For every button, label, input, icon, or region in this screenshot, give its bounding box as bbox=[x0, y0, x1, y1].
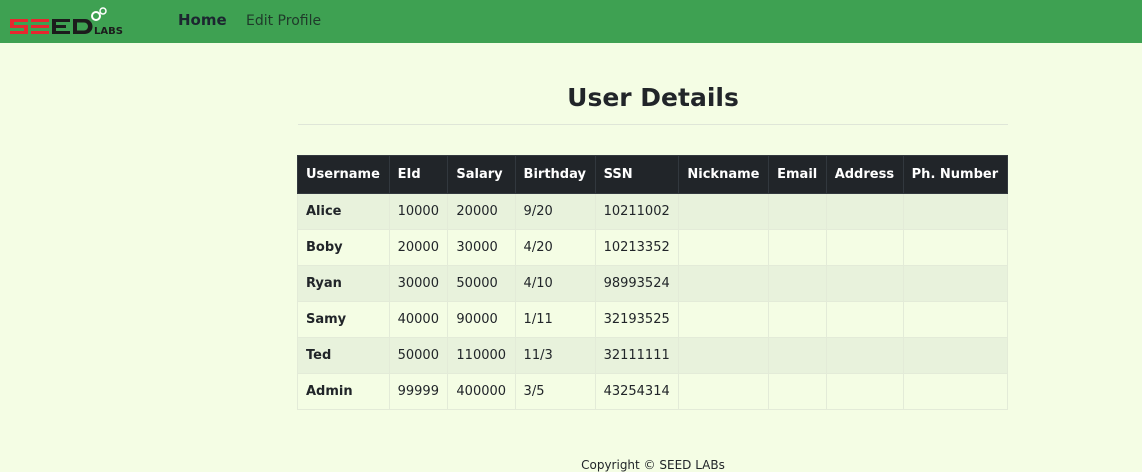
cell-phone-number bbox=[902, 373, 1009, 410]
cell-phone-number bbox=[902, 229, 1009, 266]
cell-phone-number bbox=[902, 193, 1009, 230]
cell-address bbox=[825, 193, 904, 230]
header-ssn: SSN bbox=[594, 155, 680, 194]
cell-salary: 30000 bbox=[447, 229, 516, 266]
header-email: Email bbox=[768, 155, 827, 194]
cell-username: Boby bbox=[297, 229, 390, 266]
cell-ssn: 10213352 bbox=[594, 229, 680, 266]
cell-salary: 90000 bbox=[447, 301, 516, 338]
cell-phone-number bbox=[902, 265, 1009, 302]
header-username: Username bbox=[297, 155, 390, 194]
svg-text:LABS: LABS bbox=[94, 26, 123, 37]
cell-salary: 110000 bbox=[447, 337, 516, 374]
cell-username: Samy bbox=[297, 301, 390, 338]
cell-eid: 50000 bbox=[388, 337, 449, 374]
cell-nickname bbox=[678, 229, 770, 266]
seed-labs-logo[interactable]: LABS bbox=[8, 6, 138, 38]
cell-nickname bbox=[678, 193, 770, 230]
table-row: Alice 10000 20000 9/20 10211002 bbox=[297, 193, 1009, 230]
cell-address bbox=[825, 337, 904, 374]
cell-username: Ryan bbox=[297, 265, 390, 302]
cell-salary: 20000 bbox=[447, 193, 516, 230]
cell-email bbox=[768, 337, 827, 374]
table-row: Admin 99999 400000 3/5 43254314 bbox=[297, 373, 1009, 410]
cell-username: Admin bbox=[297, 373, 390, 410]
cell-phone-number bbox=[902, 337, 1009, 374]
nav-home-link[interactable]: Home bbox=[178, 11, 227, 29]
table-row: Ryan 30000 50000 4/10 98993524 bbox=[297, 265, 1009, 302]
table-row: Samy 40000 90000 1/11 32193525 bbox=[297, 301, 1009, 338]
cell-ssn: 98993524 bbox=[594, 265, 680, 302]
top-navbar: LABS Home Edit Profile bbox=[0, 0, 1142, 43]
cell-ssn: 32193525 bbox=[594, 301, 680, 338]
cell-email bbox=[768, 193, 827, 230]
cell-ssn: 43254314 bbox=[594, 373, 680, 410]
header-eid: EId bbox=[388, 155, 449, 194]
cell-address bbox=[825, 301, 904, 338]
header-nickname: Nickname bbox=[678, 155, 770, 194]
page-title: User Details bbox=[567, 83, 739, 112]
header-salary: Salary bbox=[447, 155, 516, 194]
cell-ssn: 10211002 bbox=[594, 193, 680, 230]
cell-address bbox=[825, 265, 904, 302]
cell-email bbox=[768, 229, 827, 266]
cell-nickname bbox=[678, 265, 770, 302]
cell-birthday: 9/20 bbox=[514, 193, 596, 230]
header-phone-number: Ph. Number bbox=[902, 155, 1009, 194]
cell-eid: 30000 bbox=[388, 265, 449, 302]
cell-username: Ted bbox=[297, 337, 390, 374]
cell-email bbox=[768, 265, 827, 302]
cell-eid: 20000 bbox=[388, 229, 449, 266]
cell-salary: 400000 bbox=[447, 373, 516, 410]
table-header-row: Username EId Salary Birthday SSN Nicknam… bbox=[297, 155, 1009, 194]
cell-eid: 10000 bbox=[388, 193, 449, 230]
cell-birthday: 3/5 bbox=[514, 373, 596, 410]
cell-birthday: 4/20 bbox=[514, 229, 596, 266]
title-divider bbox=[298, 124, 1008, 125]
cell-username: Alice bbox=[297, 193, 390, 230]
cell-birthday: 1/11 bbox=[514, 301, 596, 338]
cell-nickname bbox=[678, 301, 770, 338]
cell-nickname bbox=[678, 373, 770, 410]
cell-email bbox=[768, 301, 827, 338]
cell-phone-number bbox=[902, 301, 1009, 338]
table-row: Boby 20000 30000 4/20 10213352 bbox=[297, 229, 1009, 266]
cell-nickname bbox=[678, 337, 770, 374]
cell-address bbox=[825, 229, 904, 266]
cell-birthday: 11/3 bbox=[514, 337, 596, 374]
footer-copyright: Copyright © SEED LABs bbox=[581, 458, 725, 472]
cell-ssn: 32111111 bbox=[594, 337, 680, 374]
nav-edit-profile-link[interactable]: Edit Profile bbox=[246, 12, 321, 30]
user-details-table: Username EId Salary Birthday SSN Nicknam… bbox=[297, 155, 1009, 410]
cell-email bbox=[768, 373, 827, 410]
table-row: Ted 50000 110000 11/3 32111111 bbox=[297, 337, 1009, 374]
cell-eid: 99999 bbox=[388, 373, 449, 410]
cell-birthday: 4/10 bbox=[514, 265, 596, 302]
cell-address bbox=[825, 373, 904, 410]
cell-salary: 50000 bbox=[447, 265, 516, 302]
header-birthday: Birthday bbox=[514, 155, 596, 194]
cell-eid: 40000 bbox=[388, 301, 449, 338]
header-address: Address bbox=[825, 155, 904, 194]
